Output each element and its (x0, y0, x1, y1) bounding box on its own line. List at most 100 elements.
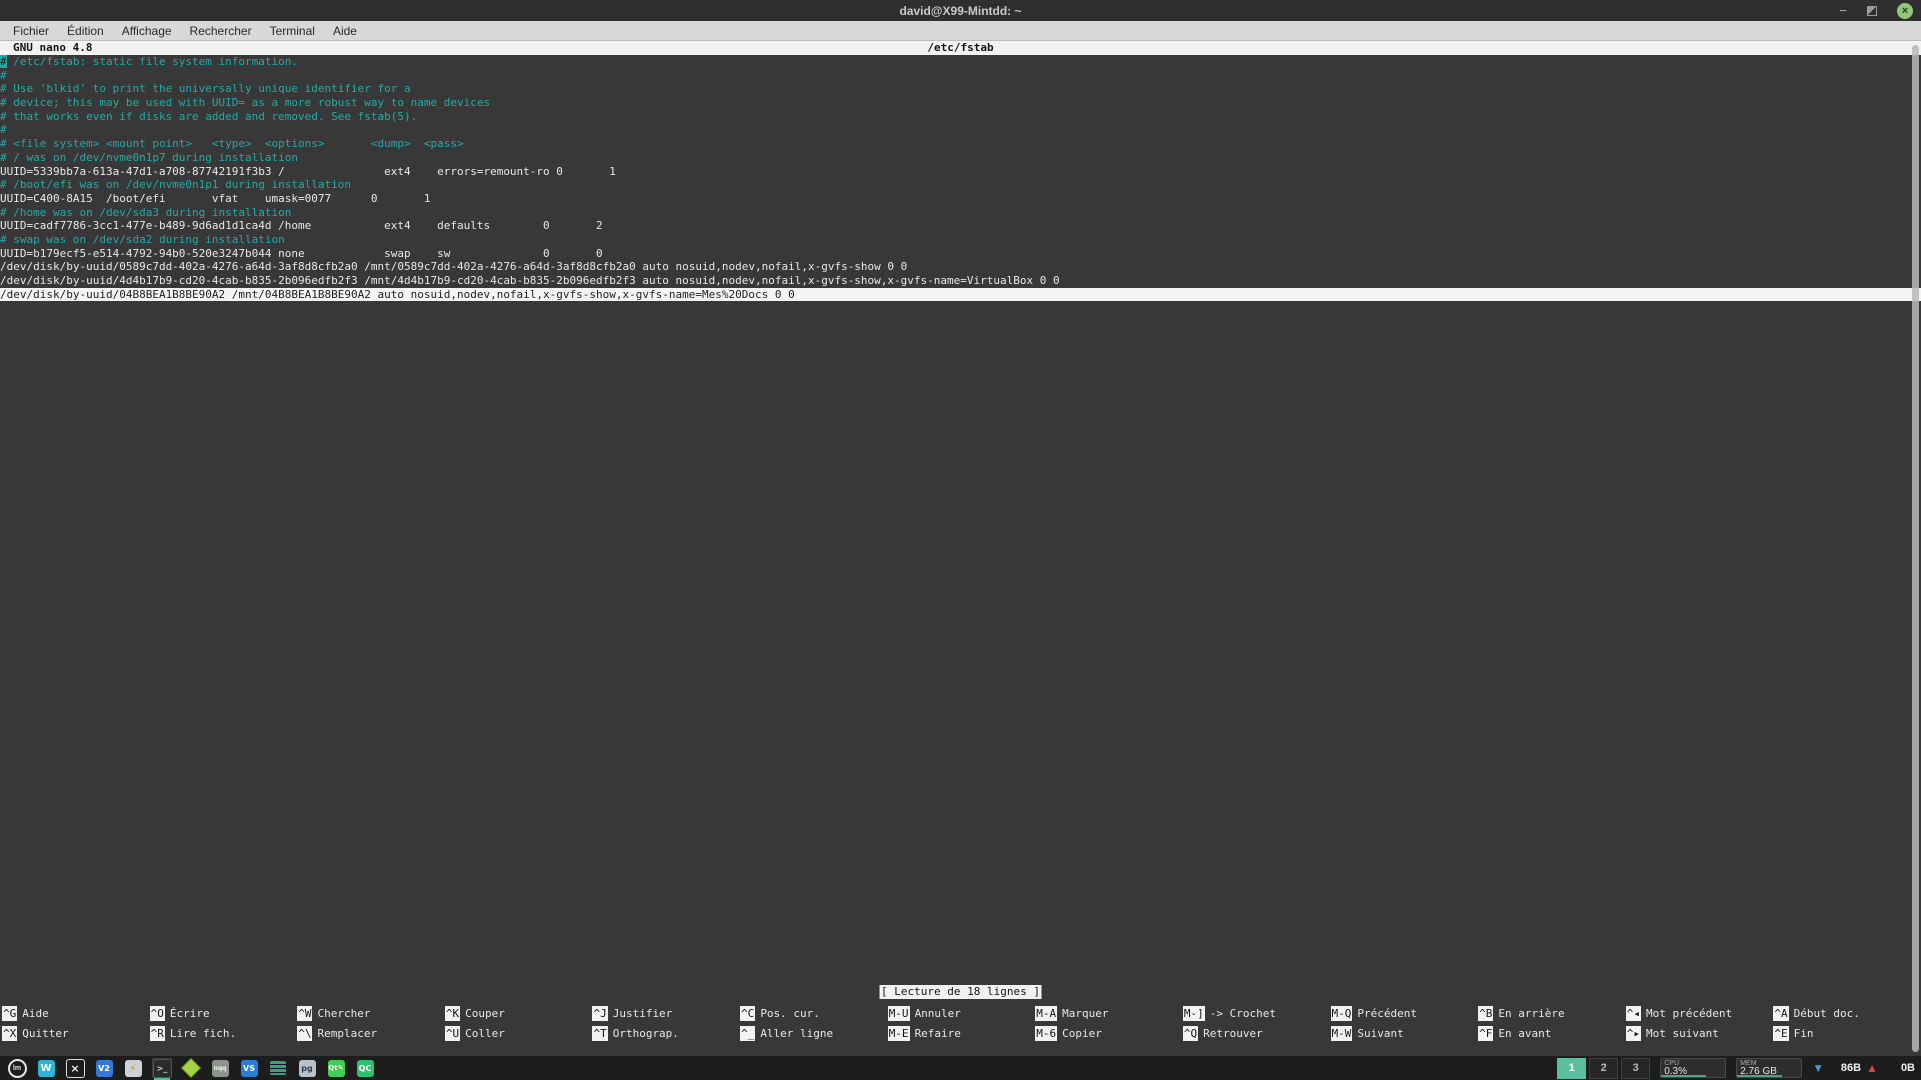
menu-item-edition[interactable]: Édition (58, 21, 113, 41)
text-cursor: # (0, 55, 7, 68)
workspace-switcher: 123 (1557, 1058, 1650, 1079)
menu-item-fichier[interactable]: Fichier (4, 21, 58, 41)
qt-creator-icon[interactable]: Qt✎ (326, 1058, 346, 1078)
notepadqq-icon-glyph: nqq (212, 1060, 229, 1077)
nano-shortcut: ^ADébut doc. (1773, 1004, 1921, 1024)
mint-menu-icon[interactable]: lm (7, 1058, 27, 1078)
nano-shortcut: M-] -> Crochet (1183, 1004, 1331, 1024)
close-button[interactable]: × (1897, 3, 1913, 19)
nano-shortcut-row-top: ^GAide^OÉcrire^WChercher^KCouper^JJustif… (0, 1004, 1921, 1024)
workspace-button-3[interactable]: 3 (1621, 1058, 1650, 1079)
layers-app-icon[interactable] (268, 1058, 288, 1078)
shortcut-label: Aide (22, 1007, 49, 1020)
shortcut-key: M-U (888, 1006, 910, 1021)
shortcut-key: ^O (150, 1006, 165, 1021)
qc-app-icon[interactable]: QC (355, 1058, 375, 1078)
nano-shortcut: ^TOrthograp. (592, 1024, 740, 1044)
nano-shortcut: ^XQuitter (2, 1024, 150, 1044)
pgadmin-elephant-icon-glyph: pg (299, 1060, 316, 1077)
fstab-line: # /etc/fstab: static file system informa… (0, 55, 1921, 69)
shortcut-key: M-6 (1035, 1026, 1057, 1041)
nano-shortcut: ^◂Mot précédent (1626, 1004, 1774, 1024)
nano-shortcut: ^GAide (2, 1004, 150, 1024)
workspace-button-2[interactable]: 2 (1589, 1058, 1618, 1079)
shortcut-key: M-E (888, 1026, 910, 1041)
shortcut-key: M-Q (1331, 1006, 1353, 1021)
shortcut-label: Pos. cur. (760, 1007, 820, 1020)
fstab-line: # / was on /dev/nvme0n1p7 during install… (0, 151, 1921, 165)
nano-version: GNU nano 4.8 (13, 41, 92, 55)
nano-shortcut: ^BEn arrière (1478, 1004, 1626, 1024)
shortcut-label: -> Crochet (1210, 1007, 1276, 1020)
pgadmin-elephant-icon[interactable]: pg (297, 1058, 317, 1078)
mint-menu-icon-glyph: lm (8, 1059, 27, 1078)
terminal-icon-glyph: >_ (153, 1059, 172, 1078)
window-titlebar[interactable]: david@X99-Mintdd: ~ − × (0, 0, 1921, 21)
warpinator-icon-glyph: W (38, 1060, 55, 1077)
shortcut-key: ^K (445, 1006, 460, 1021)
shortcut-label: En avant (1498, 1027, 1551, 1040)
menu-item-aide[interactable]: Aide (324, 21, 366, 41)
nano-shortcut: M-6 Copier (1035, 1024, 1183, 1044)
shortcut-label: Mot suivant (1646, 1027, 1719, 1040)
desktop: david@X99-Mintdd: ~ − × FichierÉditionAf… (0, 0, 1921, 1080)
shortcut-key: ^X (2, 1026, 17, 1041)
nano-shortcut: ^_Aller ligne (740, 1024, 888, 1044)
remote-desktop-icon-glyph: ⚡ (125, 1060, 142, 1077)
shortcut-label: Marquer (1062, 1007, 1108, 1020)
window-controls: − × (1839, 0, 1913, 21)
memory-monitor-applet[interactable]: MEM 2.76 GB (1736, 1058, 1802, 1078)
upload-arrow-icon: ▲ (1866, 1061, 1878, 1075)
frame-app-icon[interactable]: × (65, 1058, 85, 1078)
vscode-icon[interactable]: VS (239, 1058, 259, 1078)
shortcut-label: Suivant (1357, 1027, 1403, 1040)
cpu-value: 0.3% (1664, 1067, 1722, 1077)
terminal-icon[interactable]: >_ (152, 1058, 172, 1078)
fstab-line: # <file system> <mount point> <type> <op… (0, 137, 1921, 151)
shortcut-key: ^U (445, 1026, 460, 1041)
shortcut-key: ^J (592, 1006, 607, 1021)
menu-item-terminal[interactable]: Terminal (261, 21, 324, 41)
maximize-button[interactable] (1867, 6, 1877, 16)
terminal-content[interactable]: # /etc/fstab: static file system informa… (0, 55, 1921, 301)
fstab-line: UUID=C400-8A15 /boot/efi vfat umask=0077… (0, 192, 1921, 206)
layers-app-icon-glyph (270, 1061, 286, 1075)
nano-shortcut: ^KCouper (445, 1004, 593, 1024)
fstab-line: # that works even if disks are added and… (0, 110, 1921, 124)
nano-shortcut: M-ERefaire (888, 1024, 1036, 1044)
shortcut-key: ^T (592, 1026, 607, 1041)
terminal-scrollbar[interactable] (1912, 45, 1919, 1052)
workspace-button-1[interactable]: 1 (1557, 1058, 1586, 1079)
fstab-line: /dev/disk/by-uuid/0589c7dd-402a-4276-a64… (0, 260, 1921, 274)
upload-value: 0B (1883, 1062, 1915, 1074)
shortcut-label: Mot précédent (1646, 1007, 1732, 1020)
shortcut-label: Chercher (317, 1007, 370, 1020)
nano-shortcut: ^RLire fich. (150, 1024, 298, 1044)
nano-shortcut: ^\Remplacer (297, 1024, 445, 1044)
nano-shortcut: M-W Suivant (1331, 1024, 1479, 1044)
fstab-line: /dev/disk/by-uuid/04B8BEA1B8BE90A2 /mnt/… (0, 288, 1921, 302)
shortcut-label: Copier (1062, 1027, 1102, 1040)
shortcut-key: M-W (1331, 1026, 1353, 1041)
menu-item-rechercher[interactable]: Rechercher (181, 21, 261, 41)
v2-app-icon[interactable]: V2 (94, 1058, 114, 1078)
v2-app-icon-glyph: V2 (96, 1060, 113, 1077)
menubar: FichierÉditionAffichageRechercherTermina… (0, 21, 1921, 41)
remote-desktop-icon[interactable]: ⚡ (123, 1058, 143, 1078)
virtualbox-icon[interactable] (181, 1058, 201, 1078)
vscode-icon-glyph: VS (241, 1060, 258, 1077)
minimize-button[interactable]: − (1839, 0, 1847, 21)
notepadqq-icon[interactable]: nqq (210, 1058, 230, 1078)
shortcut-key: M-] (1183, 1006, 1205, 1021)
fstab-line: /dev/disk/by-uuid/4d4b17b9-cd20-4cab-b83… (0, 274, 1921, 288)
warpinator-icon[interactable]: W (36, 1058, 56, 1078)
nano-shortcut: M-QPrécédent (1331, 1004, 1479, 1024)
fstab-line: # /boot/efi was on /dev/nvme0n1p1 during… (0, 178, 1921, 192)
qt-creator-icon-glyph: Qt✎ (328, 1060, 345, 1077)
fstab-line: UUID=b179ecf5-e514-4792-94b0-520e3247b04… (0, 247, 1921, 261)
network-monitor-applet[interactable]: ▼ 86B ▲ 0B (1812, 1061, 1915, 1075)
nano-shortcut: ^JJustifier (592, 1004, 740, 1024)
terminal-window[interactable]: GNU nano 4.8 /etc/fstab # /etc/fstab: st… (0, 41, 1921, 1056)
cpu-monitor-applet[interactable]: CPU 0.3% (1660, 1058, 1726, 1078)
menu-item-affichage[interactable]: Affichage (113, 21, 181, 41)
